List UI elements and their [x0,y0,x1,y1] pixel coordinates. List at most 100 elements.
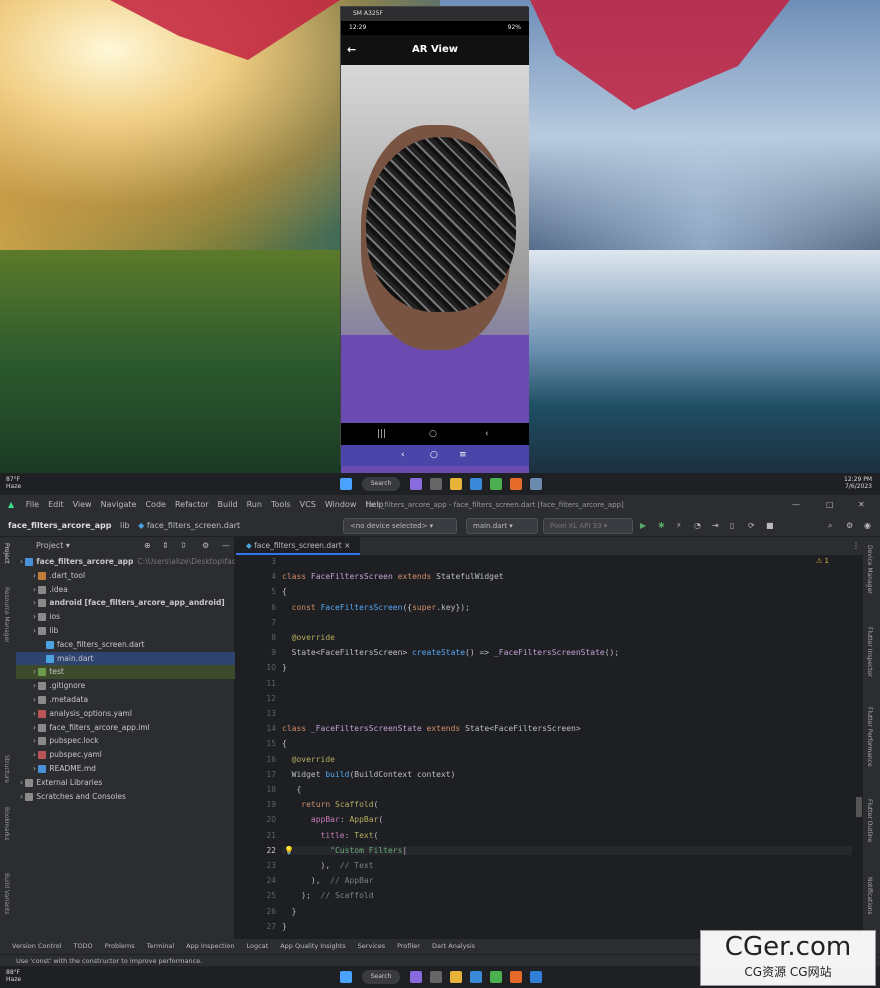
code-line[interactable]: title: Text( [282,831,379,840]
tool-app-inspection[interactable]: App Inspection [186,942,234,950]
tree-item[interactable]: › analysis_options.yaml [16,707,235,721]
phone-mirror-window[interactable]: SM A325F 12:29 92% ← AR View ||| ○ ‹ ‹ ○… [340,6,529,473]
code-line[interactable]: @override [282,755,335,764]
target-icon[interactable]: ⊕ [144,537,151,555]
tree-item[interactable]: › README.md [16,762,235,776]
menu-item-refactor[interactable]: Refactor [175,500,209,509]
menu-item-build[interactable]: Build [218,500,238,509]
code-line[interactable]: const FaceFiltersScreen({super.key}); [282,603,470,612]
code-line[interactable]: { [282,587,287,596]
tool-logcat[interactable]: Logcat [246,942,268,950]
code-line[interactable]: return Scaffold( [282,800,378,809]
chrome-icon[interactable] [490,971,502,983]
tree-item[interactable]: › pubspec.lock [16,734,235,748]
taskbar-app-icon[interactable] [470,478,482,490]
editor-scrollbar-thumb[interactable] [856,797,862,817]
tool-terminal[interactable]: Terminal [147,942,174,950]
breadcrumb-project[interactable]: face_filters_arcore_app [8,521,111,530]
code-line[interactable]: @override [282,633,335,642]
hide-panel-icon[interactable]: — [222,537,230,555]
tool-services[interactable]: Services [358,942,385,950]
tool-problems[interactable]: Problems [105,942,135,950]
profile-icon[interactable]: ◔ [694,515,701,537]
recents-icon[interactable]: ||| [377,423,386,445]
expand-all-icon[interactable]: ⇕ [162,537,169,555]
menu-item-view[interactable]: View [73,500,92,509]
menu-item-code[interactable]: Code [145,500,165,509]
stop-icon[interactable]: ■ [766,515,774,537]
gear-icon[interactable]: ⚙ [202,537,209,555]
menu-item-file[interactable]: File [26,500,39,509]
tree-item[interactable]: › .gitignore [16,679,235,693]
code-line[interactable]: } [282,663,287,672]
collapse-all-icon[interactable]: ⇳ [180,537,187,555]
run-icon[interactable]: ▶ [640,515,646,537]
firefox-icon[interactable] [510,478,522,490]
back-arrow-icon[interactable]: ← [347,35,356,65]
taskbar-app-icon[interactable] [470,971,482,983]
project-view-selector[interactable]: Project [36,541,63,550]
editor-tab[interactable]: ◆ face_filters_screen.dart × [236,537,361,555]
tree-item[interactable]: main.dart [16,651,235,666]
tree-item[interactable]: › face_filters_arcore_app C:\Users\alize\… [16,555,235,569]
code-line[interactable]: ), // Text [282,861,374,870]
emulator-selector[interactable]: Pixel XL API 33 ▾ [543,518,633,534]
lightbulb-icon[interactable]: 💡 [284,846,294,855]
chrome-icon[interactable] [490,478,502,490]
taskbar-app-icon[interactable] [410,478,422,490]
tree-item[interactable]: › .dart_tool [16,569,235,583]
taskbar-weather[interactable]: 87°F Haze [6,476,46,490]
windows-start-icon[interactable] [340,478,352,490]
tree-item[interactable]: › External Libraries [16,776,235,790]
tree-item[interactable]: › android [face_filters_arcore_app_andro… [16,596,235,610]
taskbar-app-icon[interactable] [410,971,422,983]
taskbar-search[interactable]: Search [362,970,400,984]
minimize-button[interactable]: — [792,495,800,515]
device-manager-icon[interactable]: ▯ [730,515,734,537]
code-line[interactable]: } [282,907,297,916]
folder-icon[interactable] [450,971,462,983]
firefox-icon[interactable] [510,971,522,983]
mirror-menu-icon[interactable]: ≡ [459,445,467,466]
code-line[interactable]: { [282,785,301,794]
home-icon[interactable]: ○ [429,423,437,445]
mirror-home-icon[interactable]: ○ [430,445,438,466]
tree-item[interactable]: › pubspec.yaml [16,748,235,762]
folder-icon[interactable] [450,478,462,490]
tree-item[interactable]: › lib [16,624,235,638]
close-button[interactable]: ✕ [858,495,865,515]
tree-item[interactable]: face_filters_screen.dart [16,638,235,652]
warnings-indicator[interactable]: ⚠ 1 [816,557,829,565]
attach-icon[interactable]: ⇥ [712,515,719,537]
gear-icon[interactable]: ⚙ [846,515,853,537]
taskbar-weather[interactable]: 88°F Haze [6,969,46,983]
menu-item-vcs[interactable]: VCS [300,500,316,509]
taskbar-app-icon[interactable] [430,971,442,983]
vscode-icon[interactable] [530,971,542,983]
device-selector[interactable]: <no device selected> ▾ [343,518,457,534]
more-icon[interactable]: ⋮ [852,537,860,555]
windows-start-icon[interactable] [340,971,352,983]
tool-bookmarks[interactable]: Bookmarks [3,807,10,841]
tool-flutter-outline[interactable]: Flutter Outline [866,799,873,842]
tree-item[interactable]: › .idea [16,583,235,597]
tool-flutter-inspector[interactable]: Flutter Inspector [866,627,873,677]
code-line[interactable]: } [282,922,287,931]
run-config-selector[interactable]: main.dart ▾ [466,518,538,534]
tool-version-control[interactable]: Version Control [12,942,61,950]
tool-dart-analysis[interactable]: Dart Analysis [432,942,475,950]
code-line[interactable]: ), // AppBar [282,876,374,885]
debug-icon[interactable]: ✱ [658,515,665,537]
tool-structure[interactable]: Structure [3,755,10,783]
tool-resource-manager[interactable]: Resource Manager [3,587,10,643]
breadcrumb-lib[interactable]: lib [120,521,130,530]
code-line[interactable]: { [282,739,287,748]
search-icon[interactable]: ⌕ [828,515,832,537]
menu-item-navigate[interactable]: Navigate [101,500,137,509]
nav-back-icon[interactable]: ‹ [485,423,489,445]
tool-project[interactable]: Project [3,543,10,564]
tree-item[interactable]: › face_filters_arcore_app.iml [16,721,235,735]
tool-flutter-performance[interactable]: Flutter Performance [866,707,873,767]
sync-icon[interactable]: ⟳ [748,515,755,537]
code-line[interactable]: class FaceFiltersScreen extends Stateful… [282,572,504,581]
